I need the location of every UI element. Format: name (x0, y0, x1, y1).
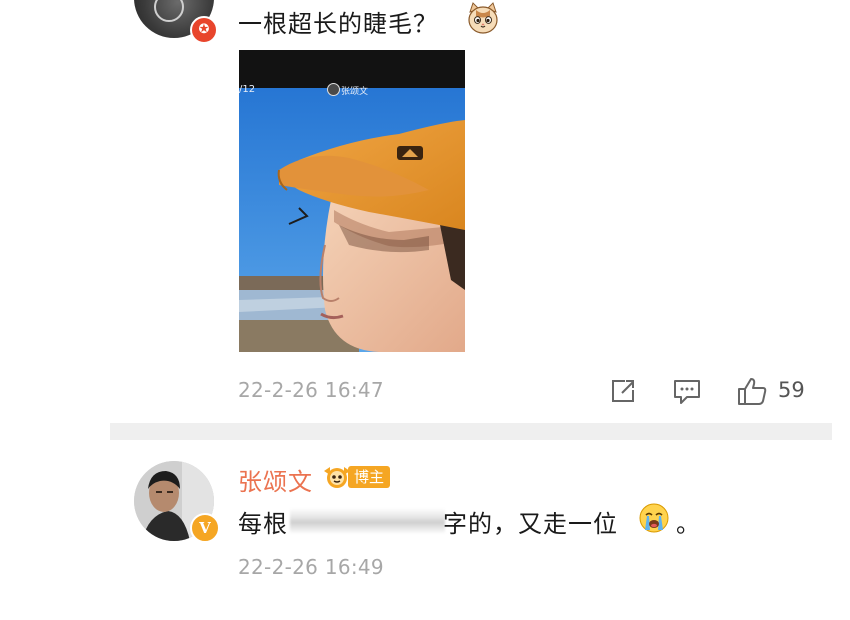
blogger-tag: 博主 (322, 465, 391, 489)
section-divider (110, 423, 832, 440)
blogger-label: 博主 (348, 466, 391, 488)
share-icon[interactable] (608, 376, 638, 406)
reply-text-end: 字的，又走一位 (443, 510, 618, 538)
photo-counter: /12 (239, 84, 256, 95)
comment-text: 一根超长的睫毛？ (238, 10, 438, 38)
orange-v-badge-icon: V (190, 513, 220, 543)
redacted-text-blur (290, 508, 445, 534)
cat-face-emoji-icon (468, 2, 498, 34)
photo-author-watermark: 张颂文 (341, 87, 369, 97)
thumbs-up-icon[interactable] (736, 376, 768, 406)
crying-face-emoji-icon (639, 503, 669, 533)
photo-author-avatar-icon (327, 83, 340, 96)
attached-photo[interactable]: /12 张颂文 (239, 50, 465, 352)
like-count: 59 (778, 378, 805, 402)
reply-text-period: 。 (676, 510, 700, 538)
comment-thread: ✪ 一根超长的睫毛？ /12 张颂文 22-2-26 16:47 59 V 张颂… (0, 0, 850, 620)
reply-author-name[interactable]: 张颂文 (238, 462, 313, 497)
red-star-badge-icon: ✪ (190, 16, 218, 44)
comment-timestamp: 22-2-26 16:47 (238, 378, 384, 402)
reply-text-start: 每根 (238, 510, 288, 538)
reply-timestamp: 22-2-26 16:49 (238, 555, 384, 579)
comment-icon[interactable] (672, 376, 702, 406)
